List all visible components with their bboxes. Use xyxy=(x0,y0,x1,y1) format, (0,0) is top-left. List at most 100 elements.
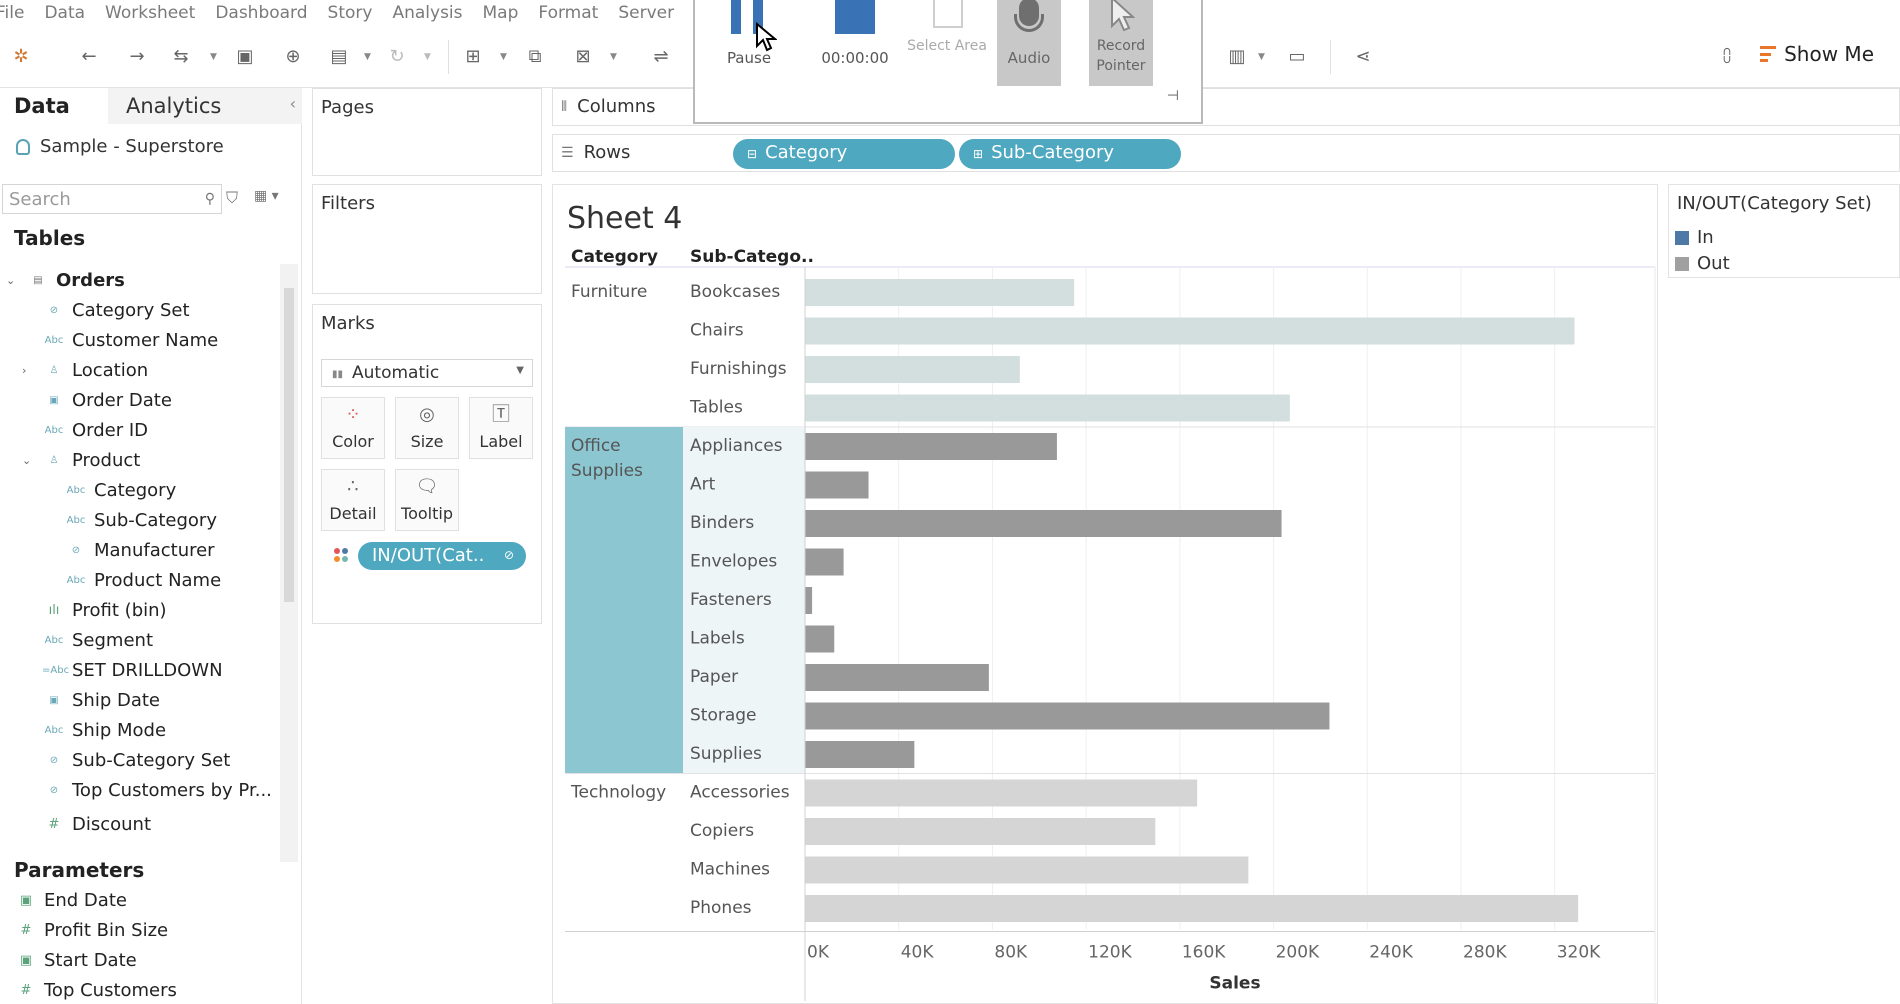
filters-card[interactable]: Filters xyxy=(312,184,542,294)
refresh-dropdown-caret[interactable]: ▼ xyxy=(424,46,431,68)
new-datasource-icon[interactable]: ⊕ xyxy=(282,46,304,68)
field-product-name[interactable]: Abc Product Name xyxy=(64,570,222,591)
menu-worksheet[interactable]: Worksheet xyxy=(105,3,195,23)
x-axis-title[interactable]: Sales xyxy=(1209,974,1260,994)
rows-pill-category[interactable]: ⊟ Category xyxy=(733,139,955,169)
pages-card[interactable]: Pages xyxy=(312,88,542,176)
tooltip-button[interactable]: 🗨 Tooltip xyxy=(395,469,459,531)
subcategory-label[interactable]: Copiers xyxy=(690,821,754,841)
menu-analysis[interactable]: Analysis xyxy=(392,3,462,23)
rows-shelf[interactable]: ☰ Rows ⊟ Category ⊞ Sub-Category xyxy=(552,134,1900,172)
subcategory-label[interactable]: Accessories xyxy=(690,783,790,803)
field-category[interactable]: Abc Category xyxy=(64,480,177,501)
field-location[interactable]: › ♙ Location xyxy=(22,360,148,381)
undo-icon[interactable]: ← xyxy=(78,46,100,68)
color-button[interactable]: ⁘ Color xyxy=(321,397,385,459)
category-label[interactable]: Technology xyxy=(570,783,666,803)
share-icon[interactable]: ⋖ xyxy=(1352,46,1374,68)
field-order-id[interactable]: Abc Order ID xyxy=(42,420,148,441)
field-profit-bin[interactable]: ılı Profit (bin) xyxy=(42,600,167,621)
mark-type-dropdown[interactable]: ▮▮ Automatic ▼ xyxy=(321,359,533,387)
menu-map[interactable]: Map xyxy=(483,3,519,23)
subcategory-label[interactable]: Envelopes xyxy=(690,552,777,572)
field-manufacturer[interactable]: ⊘ Manufacturer xyxy=(64,540,215,561)
size-button[interactable]: ◎ Size xyxy=(395,397,459,459)
field-segment[interactable]: Abc Segment xyxy=(42,630,153,651)
chevron-down-icon[interactable]: ⌄ xyxy=(22,454,31,467)
menu-data[interactable]: Data xyxy=(44,3,85,23)
fit-dropdown-caret[interactable]: ▼ xyxy=(1258,46,1265,68)
tableau-logo-icon[interactable]: ✲ xyxy=(10,46,32,68)
select-area-button[interactable]: Select Area xyxy=(907,0,987,88)
datasource-item[interactable]: Sample - Superstore xyxy=(16,136,224,157)
in-out-category-set-pill[interactable]: IN/OUT(Cat.. ⊘ xyxy=(358,542,526,570)
parameter-end-date[interactable]: ▣ End Date xyxy=(14,890,127,911)
new-worksheet-dropdown-caret[interactable]: ▼ xyxy=(500,46,507,68)
bar[interactable] xyxy=(805,587,813,614)
bar[interactable] xyxy=(805,741,915,768)
bar[interactable] xyxy=(805,625,835,653)
chevron-down-icon[interactable]: ⌄ xyxy=(6,274,15,287)
pause-recording-button[interactable]: Pause xyxy=(709,0,789,88)
bar[interactable] xyxy=(805,548,844,576)
redo-icon[interactable]: → xyxy=(126,46,148,68)
audio-toggle-button[interactable]: Audio xyxy=(997,0,1061,86)
subcategory-label[interactable]: Furnishings xyxy=(690,359,787,379)
bar[interactable] xyxy=(805,856,1249,884)
parameter-profit-bin-size[interactable]: # Profit Bin Size xyxy=(14,920,169,941)
bar[interactable] xyxy=(805,356,1020,383)
subcategory-label[interactable]: Paper xyxy=(690,667,738,687)
bar[interactable] xyxy=(805,664,989,691)
label-button[interactable]: 🅃 Label xyxy=(469,397,533,459)
detail-button[interactable]: ∴ Detail xyxy=(321,469,385,531)
subcategory-label[interactable]: Chairs xyxy=(690,321,744,341)
parameter-start-date[interactable]: ▣ Start Date xyxy=(14,950,137,971)
subcategory-label[interactable]: Storage xyxy=(690,706,757,726)
new-worksheet-icon[interactable]: ⊞ xyxy=(462,46,484,68)
search-input[interactable]: Search ⚲ xyxy=(2,184,222,214)
pause-updates-icon[interactable]: ▤ xyxy=(328,46,350,68)
bar[interactable] xyxy=(805,394,1290,422)
bar[interactable] xyxy=(805,279,1075,306)
field-product[interactable]: ⌄ ♙ Product xyxy=(22,450,140,471)
ask-data-icon[interactable]: ⩇ xyxy=(1716,46,1738,68)
subcategory-label[interactable]: Tables xyxy=(689,398,743,418)
field-order-date[interactable]: ▣ Order Date xyxy=(42,390,172,411)
menu-dashboard[interactable]: Dashboard xyxy=(215,3,307,23)
legend-item-out[interactable]: Out xyxy=(1675,253,1730,274)
chevron-right-icon[interactable]: › xyxy=(22,364,26,377)
field-top-customers-by-pr[interactable]: ⊘ Top Customers by Pr... xyxy=(42,780,272,801)
subcategory-label[interactable]: Machines xyxy=(690,860,770,880)
bar[interactable] xyxy=(805,433,1057,460)
presentation-mode-icon[interactable]: ▭ xyxy=(1286,46,1308,68)
bar[interactable] xyxy=(805,818,1156,845)
field-sub-category-set[interactable]: ⊘ Sub-Category Set xyxy=(42,750,230,771)
replay-icon[interactable]: ⇆ xyxy=(170,46,192,68)
menu-server[interactable]: Server xyxy=(618,3,674,23)
field-customer-name[interactable]: Abc Customer Name xyxy=(42,330,219,351)
subcategory-label[interactable]: Art xyxy=(690,475,716,495)
category-label[interactable]: Office xyxy=(571,436,621,456)
field-sub-category[interactable]: Abc Sub-Category xyxy=(64,510,217,531)
fields-scrollbar[interactable] xyxy=(284,288,294,602)
stop-recording-icon[interactable] xyxy=(835,0,875,34)
pause-dropdown-caret[interactable]: ▼ xyxy=(364,46,371,68)
category-label[interactable]: Supplies xyxy=(571,461,643,481)
parameter-top-customers[interactable]: # Top Customers xyxy=(14,980,177,1001)
bar[interactable] xyxy=(805,471,869,499)
fit-icon[interactable]: ▥ xyxy=(1226,46,1248,68)
subcategory-label[interactable]: Bookcases xyxy=(690,282,780,302)
rows-pill-sub-category[interactable]: ⊞ Sub-Category xyxy=(959,139,1181,169)
field-discount[interactable]: # Discount xyxy=(42,814,151,835)
save-icon[interactable]: ▣ xyxy=(234,46,256,68)
refresh-icon[interactable]: ↻ xyxy=(386,46,408,68)
clear-sheet-icon[interactable]: ⊠ xyxy=(572,46,594,68)
field-set-drilldown[interactable]: =Abc SET DRILLDOWN xyxy=(42,660,223,681)
clear-dropdown-caret[interactable]: ▼ xyxy=(610,46,617,68)
field-category-set[interactable]: ⊘ Category Set xyxy=(42,300,190,321)
tab-data[interactable]: Data xyxy=(0,88,108,124)
show-me-button[interactable]: Show Me xyxy=(1760,42,1874,66)
view-options-icon[interactable]: ▦ ▾ xyxy=(254,188,279,204)
bar[interactable] xyxy=(805,317,1575,345)
record-pointer-button[interactable]: Record Pointer xyxy=(1089,0,1153,86)
